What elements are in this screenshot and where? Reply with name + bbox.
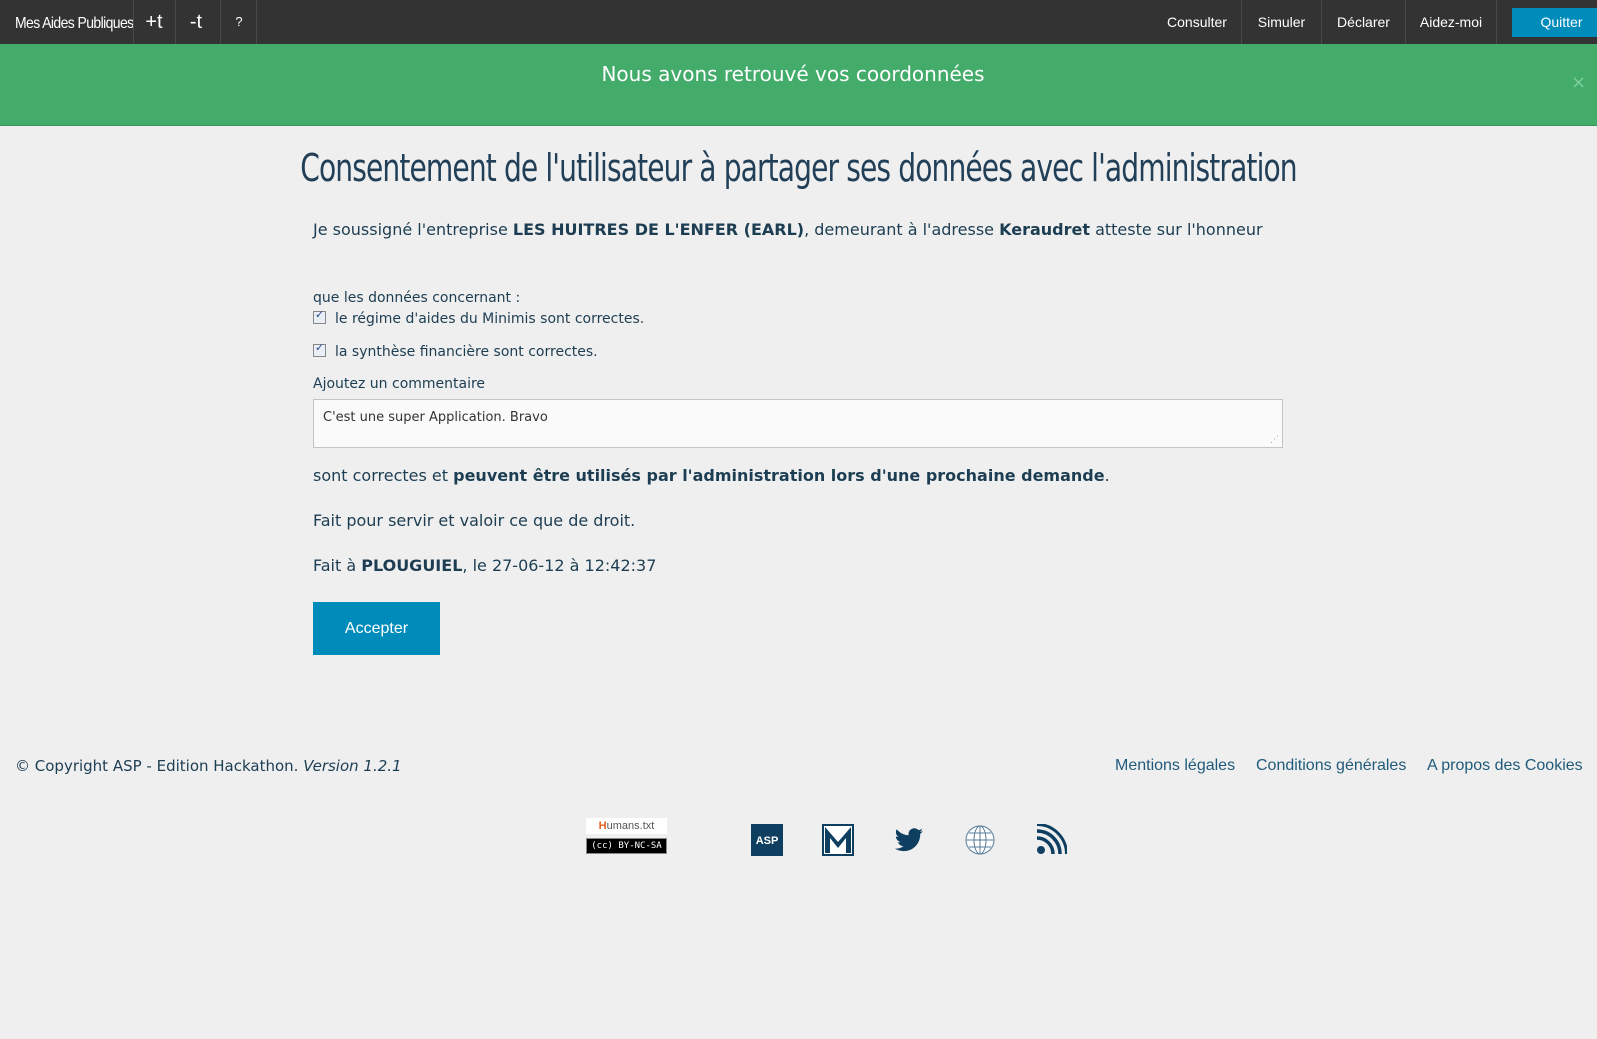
check-icon: ✓ (315, 308, 325, 321)
declaration-prefix: Je soussigné l'entreprise (313, 220, 513, 239)
asp-icon-label: ASP (756, 835, 779, 847)
divider (133, 0, 134, 44)
divider (1496, 0, 1497, 44)
divider (256, 0, 257, 44)
signature-city: PLOUGUIEL (361, 556, 463, 575)
close-icon[interactable]: × (1571, 72, 1586, 93)
company-name: LES HUITRES DE L'ENFER (EARL) (512, 220, 805, 239)
comment-textarea[interactable]: C'est une super Application. Bravo ⋰ (313, 399, 1283, 448)
check-row-minimis: ✓ le régime d'aides du Minimis sont corre… (313, 308, 645, 327)
minimis-checkbox[interactable]: ✓ (313, 308, 326, 324)
alert-message: Nous avons retrouvé vos coordonnées (601, 62, 985, 86)
font-decrease-button[interactable]: -t (178, 0, 214, 44)
comment-label: Ajoutez un commentaire (313, 376, 486, 392)
concern-label: que les données concernant : (313, 290, 521, 306)
comment-value: C'est une super Application. Bravo (323, 410, 548, 425)
link-mentions-legales[interactable]: Mentions légales (1115, 757, 1235, 775)
synthese-checkbox-label: la synthèse financière sont correctes. (335, 344, 598, 360)
declaration-text: Je soussigné l'entreprise LES HUITRES DE… (313, 220, 1263, 239)
cc-license-badge[interactable]: (cc) BY-NC-SA (586, 838, 667, 854)
link-cookies[interactable]: A propos des Cookies (1427, 757, 1583, 775)
humans-badge-rest: umans.txt (606, 820, 655, 832)
declaration-suffix: atteste sur l'honneur (1089, 220, 1263, 239)
brand-logo[interactable]: Mes Aides Publiques (15, 0, 134, 47)
check-row-synthese: ✓ la synthèse financière sont correctes. (313, 341, 598, 360)
signature-date: , le 27-06-12 à 12:42:37 (462, 556, 657, 575)
copyright-text: © Copyright ASP - Edition Hackathon. (15, 757, 304, 775)
check-icon: ✓ (315, 341, 325, 354)
nav-consulter[interactable]: Consulter (1154, 0, 1240, 44)
company-address: Keraudret (999, 220, 1090, 239)
humans-badge-prefix: H (598, 820, 607, 832)
signature-line: Fait à PLOUGUIEL, le 27-06-12 à 12:42:37 (313, 556, 656, 575)
top-bar: Mes Aides Publiques +t -t ? Consulter Si… (0, 0, 1597, 44)
version-text: Version 1.2.1 (303, 757, 402, 775)
declaration-middle: , demeurant à l'adresse (804, 220, 1000, 239)
nav-aidez-moi[interactable]: Aidez-moi (1406, 0, 1496, 44)
asp-icon[interactable]: ASP (751, 824, 783, 856)
font-increase-button[interactable]: +t (136, 0, 172, 44)
globe-icon[interactable] (964, 824, 996, 856)
rss-icon[interactable] (1035, 824, 1067, 856)
quit-button[interactable]: Quitter (1512, 8, 1597, 37)
nav-simuler[interactable]: Simuler (1242, 0, 1321, 44)
twitter-icon[interactable] (893, 824, 925, 856)
page-title: Consentement de l'utilisateur à partager… (300, 146, 1297, 190)
usage-statement: sont correctes et peuvent être utilisés … (313, 466, 1110, 485)
accept-button[interactable]: Accepter (313, 602, 440, 655)
link-conditions-generales[interactable]: Conditions générales (1256, 757, 1406, 775)
synthese-checkbox[interactable]: ✓ (313, 341, 326, 357)
help-button[interactable]: ? (220, 0, 257, 44)
fait-pour-servir: Fait pour servir et valoir ce que de dro… (313, 511, 636, 530)
resize-grip-icon[interactable]: ⋰ (1270, 435, 1279, 445)
mail-icon[interactable] (822, 824, 854, 856)
divider (175, 0, 176, 44)
statement-suffix: . (1104, 466, 1110, 485)
humans-txt-badge[interactable]: Humans.txt (586, 818, 667, 834)
statement-bold: peuvent être utilisés par l'administrati… (453, 466, 1105, 485)
signature-prefix: Fait à (313, 556, 362, 575)
statement-prefix: sont correctes et (313, 466, 454, 485)
success-alert: Nous avons retrouvé vos coordonnées × (0, 44, 1597, 126)
nav-declarer[interactable]: Déclarer (1322, 0, 1405, 44)
copyright: © Copyright ASP - Edition Hackathon. Ver… (15, 757, 402, 775)
footer-badges: Humans.txt (cc) BY-NC-SA (586, 818, 667, 856)
minimis-checkbox-label: le régime d'aides du Minimis sont correc… (335, 311, 645, 327)
